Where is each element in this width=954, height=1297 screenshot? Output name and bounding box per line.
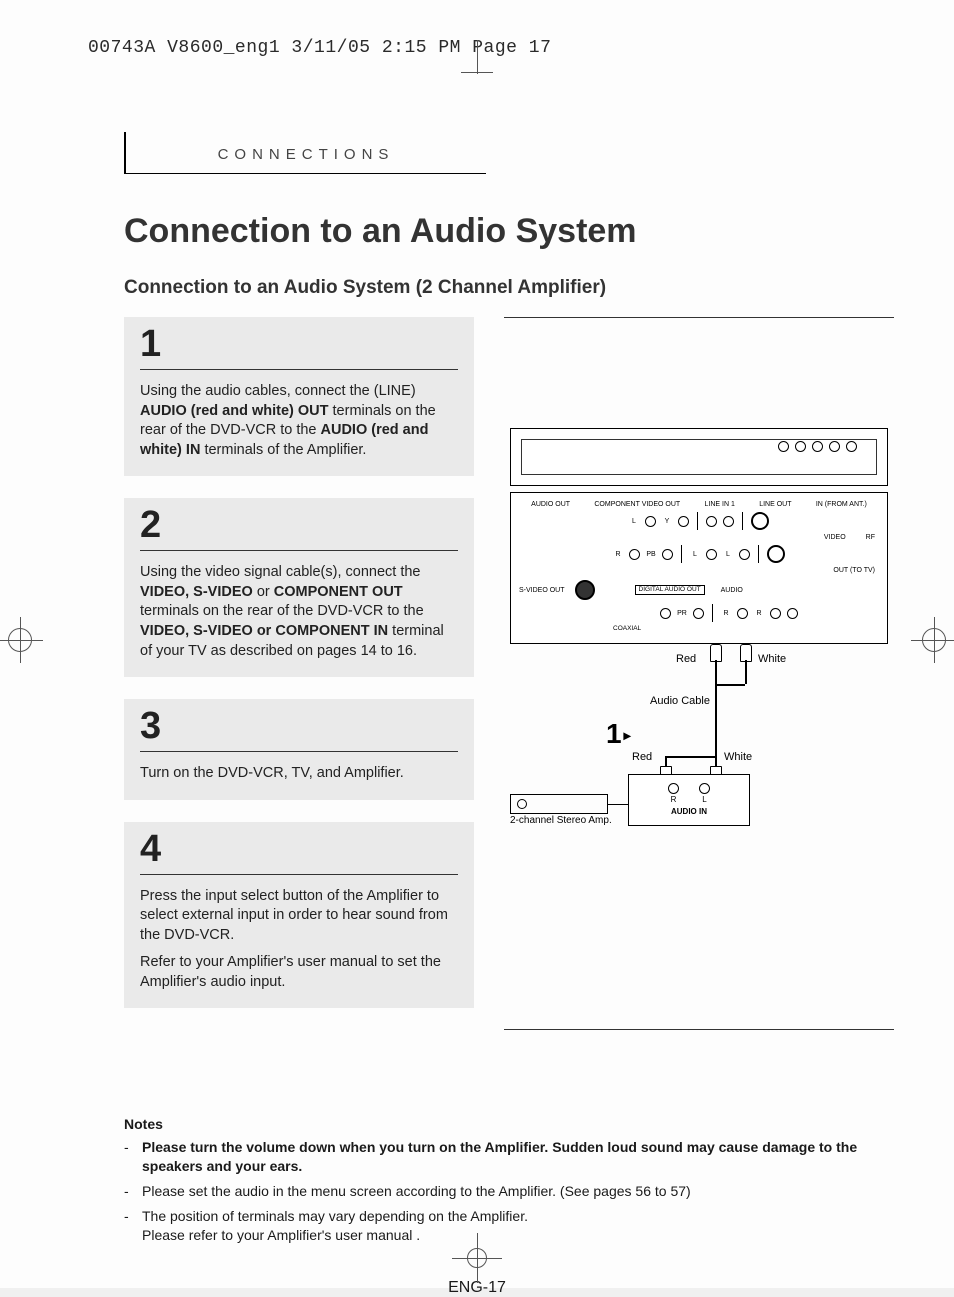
svideo-jack-icon: [575, 580, 595, 600]
note-text: Please set the audio in the menu screen …: [142, 1182, 691, 1201]
label-rf: RF: [866, 534, 875, 541]
label-red: Red: [632, 752, 652, 763]
registration-mark-icon: [922, 628, 946, 652]
note-text: Please turn the volume down when you tur…: [142, 1138, 894, 1176]
step-block: 2 Using the video signal cable(s), connec…: [124, 498, 474, 677]
step-number: 3: [140, 707, 458, 752]
note-item: -Please turn the volume down when you tu…: [124, 1138, 894, 1176]
amplifier-caption: 2-channel Stereo Amp.: [510, 816, 612, 826]
print-header: 00743A V8600_eng1 3/11/05 2:15 PM Page 1…: [88, 38, 894, 58]
jack-label: R: [754, 610, 764, 617]
label-in-ant: IN (FROM ANT.): [816, 501, 867, 508]
step-number: 1: [140, 325, 458, 370]
label-digital-audio-out: DIGITAL AUDIO OUT: [635, 585, 705, 596]
label-audio-in: AUDIO IN: [629, 808, 749, 816]
jack-label: L: [690, 551, 700, 558]
section-tab: CONNECTIONS: [124, 132, 486, 174]
jack-label: R: [721, 610, 731, 617]
step-number: 4: [140, 830, 458, 875]
label-line-in: LINE IN 1: [705, 501, 735, 508]
steps-column: 1 Using the audio cables, connect the (LI…: [124, 317, 474, 1030]
notes-section: Notes -Please turn the volume down when …: [124, 1116, 894, 1244]
label-audio-out: AUDIO OUT: [531, 501, 570, 508]
note-item: -The position of terminals may vary depe…: [124, 1207, 894, 1245]
label-red: Red: [676, 654, 696, 665]
page-title: Connection to an Audio System: [124, 212, 894, 251]
jack-label: L: [723, 551, 733, 558]
label-white: White: [758, 654, 786, 665]
notes-heading: Notes: [124, 1116, 894, 1132]
page-subtitle: Connection to an Audio System (2 Channel…: [124, 277, 894, 299]
diagram-column: AUDIO OUT COMPONENT VIDEO OUT LINE IN 1 …: [504, 317, 894, 1030]
label-audio: AUDIO: [721, 587, 743, 594]
label-component-out: COMPONENT VIDEO OUT: [594, 501, 680, 508]
crop-mark-icon: [477, 40, 478, 74]
label-coaxial: COAXIAL: [613, 626, 879, 633]
amplifier-front-icon: [510, 794, 608, 814]
amplifier-rear-icon: R L AUDIO IN: [628, 774, 750, 826]
jack-label: R: [613, 551, 623, 558]
step-text: Turn on the DVD-VCR, TV, and Amplifier.: [140, 764, 458, 784]
label-white: White: [724, 752, 752, 763]
step-text: Refer to your Amplifier's user manual to…: [140, 953, 458, 992]
note-text: The position of terminals may vary depen…: [142, 1207, 528, 1245]
label-svideo: S-VIDEO OUT: [519, 587, 565, 594]
connection-diagram: AUDIO OUT COMPONENT VIDEO OUT LINE IN 1 …: [504, 428, 894, 844]
jack-label: Y: [662, 518, 672, 525]
cable-diagram: Red White Audio Cable 1 Red White: [510, 644, 888, 844]
crop-mark-icon: [467, 1248, 487, 1268]
step-text: Press the input select button of the Amp…: [140, 887, 458, 946]
step-number: 2: [140, 506, 458, 551]
jack-label: R: [668, 796, 679, 804]
label-video: VIDEO: [824, 534, 846, 541]
step-text: Using the video signal cable(s), connect…: [140, 563, 458, 661]
step-text: Using the audio cables, connect the (LIN…: [140, 382, 458, 460]
jack-label: PB: [646, 551, 656, 558]
jack-label: L: [629, 518, 639, 525]
jack-label: L: [699, 796, 710, 804]
step-marker-icon: 1: [606, 720, 631, 748]
step-block: 1 Using the audio cables, connect the (LI…: [124, 317, 474, 476]
dvd-vcr-top-icon: [510, 428, 888, 486]
note-item: -Please set the audio in the menu screen…: [124, 1182, 894, 1201]
jack-label: PR: [677, 610, 687, 617]
label-out-tv: OUT (TO TV): [833, 567, 875, 574]
label-audio-cable: Audio Cable: [650, 696, 710, 707]
registration-mark-icon: [8, 628, 32, 652]
dvd-vcr-backpanel-icon: AUDIO OUT COMPONENT VIDEO OUT LINE IN 1 …: [510, 492, 888, 644]
step-block: 3 Turn on the DVD-VCR, TV, and Amplifier.: [124, 699, 474, 800]
label-line-out: LINE OUT: [759, 501, 791, 508]
manual-page: 00743A V8600_eng1 3/11/05 2:15 PM Page 1…: [0, 0, 954, 1288]
step-block: 4 Press the input select button of the Am…: [124, 822, 474, 1009]
